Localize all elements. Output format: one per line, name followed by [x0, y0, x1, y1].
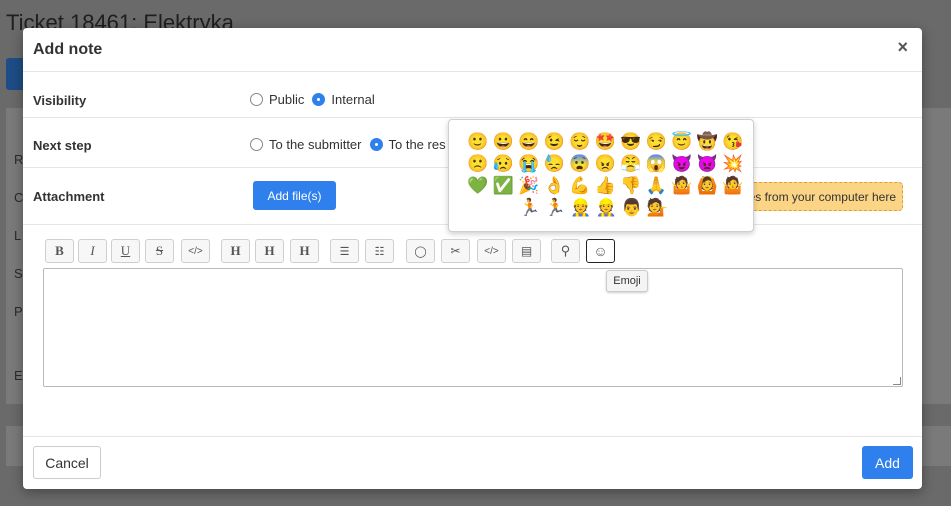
emoji-item[interactable]: 😎 [618, 131, 644, 153]
document-button[interactable]: ▤ [512, 239, 541, 263]
next-step-responder-label[interactable]: To the res [389, 137, 446, 152]
emoji-item[interactable]: 😓 [542, 153, 568, 175]
emoji-item[interactable]: 😏 [644, 131, 670, 153]
emoji-item[interactable]: 🙏 [644, 175, 670, 197]
bg-label: S [14, 266, 23, 281]
code-button[interactable]: </> [181, 239, 210, 263]
next-step-submitter-label[interactable]: To the submitter [269, 137, 362, 152]
next-step-radio-group: To the submitter To the res [250, 137, 454, 152]
emoji-tooltip: Emoji [606, 270, 648, 292]
emoji-item[interactable]: 😉 [542, 131, 568, 153]
italic-button[interactable]: I [78, 239, 107, 263]
underline-button[interactable]: U [111, 239, 140, 263]
emoji-item[interactable]: 😌 [567, 131, 593, 153]
emoji-item[interactable]: 😘 [720, 131, 746, 153]
emoji-item[interactable]: 🎉 [516, 175, 542, 197]
emoji-item[interactable]: 🤷 [669, 175, 695, 197]
visibility-row: Visibility Public Internal [23, 72, 922, 118]
emoji-item[interactable]: 👌 [542, 175, 568, 197]
visibility-public-label[interactable]: Public [269, 92, 304, 107]
emoji-item[interactable]: ✅ [491, 175, 517, 197]
numbered-list-button[interactable]: ☷ [365, 239, 394, 263]
add-files-button[interactable]: Add file(s) [253, 181, 336, 210]
heading3-button[interactable]: H [290, 239, 319, 263]
bold-button[interactable]: B [45, 239, 74, 263]
bg-label: R [14, 152, 24, 167]
emoji-item[interactable]: 🙂 [465, 131, 491, 153]
visibility-internal-radio[interactable] [312, 93, 326, 106]
modal-header: Add note × [23, 28, 922, 72]
next-step-responder-radio[interactable] [369, 138, 383, 151]
emoji-item[interactable]: 😈 [669, 153, 695, 175]
emoji-item[interactable]: 🤩 [593, 131, 619, 153]
resize-handle[interactable] [893, 377, 901, 385]
attachment-label: Attachment [33, 189, 105, 204]
emoji-item[interactable]: 💁 [645, 197, 671, 219]
emoji-item[interactable]: 😱 [644, 153, 670, 175]
note-editor-textarea[interactable] [43, 268, 903, 387]
emoji-item[interactable]: 🙁 [465, 153, 491, 175]
bg-label: P [14, 304, 23, 319]
emoji-item[interactable]: 🏃 [543, 197, 569, 219]
strikethrough-button[interactable]: S [145, 239, 174, 263]
emoji-item[interactable]: 👿 [695, 153, 721, 175]
search-button[interactable]: ⚲ [551, 239, 580, 263]
emoji-item[interactable]: 😥 [491, 153, 517, 175]
emoji-button[interactable]: ☺ [586, 239, 615, 263]
add-button[interactable]: Add [862, 446, 913, 479]
bg-label: L [14, 228, 22, 243]
visibility-internal-label[interactable]: Internal [331, 92, 374, 107]
bg-label: E [14, 368, 23, 383]
emoji-item[interactable]: 😄 [516, 131, 542, 153]
quote-button[interactable]: ◯ [406, 239, 435, 263]
bg-label: C [14, 190, 24, 205]
emoji-item[interactable]: 🤠 [695, 131, 721, 153]
emoji-item[interactable]: 👷 [594, 197, 620, 219]
emoji-item[interactable]: 😀 [491, 131, 517, 153]
emoji-item[interactable]: 😤 [618, 153, 644, 175]
emoji-item[interactable]: 😨 [567, 153, 593, 175]
close-button[interactable]: × [897, 37, 908, 58]
emoji-row: 🏃 🏃 👷 👷 👨 💁 [517, 197, 670, 219]
file-drop-zone[interactable]: es from your computer here [745, 182, 903, 211]
visibility-radio-group: Public Internal [250, 92, 383, 107]
visibility-label: Visibility [33, 93, 87, 108]
emoji-row: 🙁 😥 😭 😓 😨 😠 😤 😱 😈 👿 💥 [465, 153, 746, 175]
emoji-item[interactable]: 👎 [618, 175, 644, 197]
emoji-item[interactable]: 👷 [568, 197, 594, 219]
modal-title: Add note [33, 41, 103, 58]
code-block-button[interactable]: </> [477, 239, 506, 263]
emoji-item[interactable]: 😠 [593, 153, 619, 175]
bullet-list-button[interactable]: ☰ [330, 239, 359, 263]
emoji-item[interactable]: 👍 [593, 175, 619, 197]
cancel-button[interactable]: Cancel [33, 446, 101, 479]
emoji-item[interactable]: 💥 [720, 153, 746, 175]
emoji-item[interactable]: 🏃 [517, 197, 543, 219]
next-step-label: Next step [33, 138, 92, 153]
heading2-button[interactable]: H [255, 239, 284, 263]
emoji-item[interactable]: 👨 [619, 197, 645, 219]
visibility-public-radio[interactable] [250, 93, 263, 106]
modal-footer: Cancel Add [23, 436, 922, 489]
emoji-item[interactable]: 💪 [567, 175, 593, 197]
next-step-submitter-radio[interactable] [250, 138, 263, 151]
emoji-row: 💚 ✅ 🎉 👌 💪 👍 👎 🙏 🤷 🙆 🤷 [465, 175, 746, 197]
emoji-item[interactable]: 😭 [516, 153, 542, 175]
emoji-item[interactable]: 🤷 [720, 175, 746, 197]
cut-button[interactable]: ✂ [441, 239, 470, 263]
emoji-item[interactable]: 😇 [669, 131, 695, 153]
emoji-item[interactable]: 🙆 [695, 175, 721, 197]
emoji-row: 🙂 😀 😄 😉 😌 🤩 😎 😏 😇 🤠 😘 [465, 131, 746, 153]
heading1-button[interactable]: H [221, 239, 250, 263]
emoji-item[interactable]: 💚 [465, 175, 491, 197]
emoji-picker: 🙂 😀 😄 😉 😌 🤩 😎 😏 😇 🤠 😘 🙁 😥 😭 😓 😨 😠 😤 😱 😈 … [448, 119, 754, 232]
add-note-modal: Add note × Visibility Public Internal Ne… [23, 28, 922, 489]
